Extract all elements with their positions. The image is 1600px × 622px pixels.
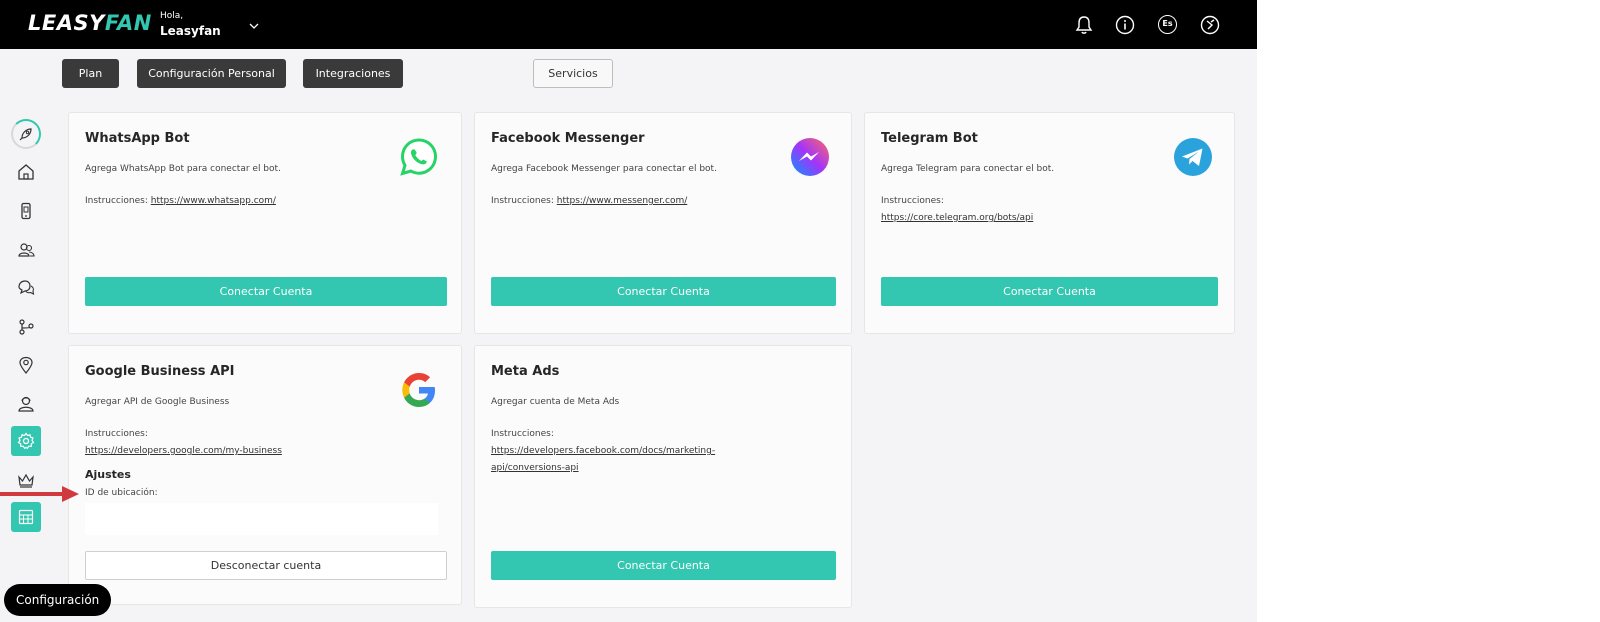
card-instructions: Instrucciones: https://developers.google… [85,426,282,460]
settings-title: Ajustes [85,468,131,481]
card-description: Agrega Facebook Messenger para conectar … [491,164,717,174]
whatsapp-card: WhatsApp Bot Agrega WhatsApp Bot para co… [68,112,462,334]
app-window: LEASYFAN Hola, Leasyfan Es Plan Configur… [0,0,1257,622]
section-pill: Configuración [4,584,112,616]
messenger-icon [790,137,830,177]
agent-icon[interactable] [11,389,41,419]
card-instructions: Instrucciones: https://www.messenger.com… [491,193,687,210]
location-id-label: ID de ubicación: [85,488,158,498]
calculator-icon[interactable] [11,502,41,532]
card-title: WhatsApp Bot [85,131,190,146]
instructions-label: Instrucciones: [881,196,944,206]
greeting-text: Hola, [160,11,184,21]
card-instructions: Instrucciones: https://core.telegram.org… [881,193,1033,227]
flow-icon[interactable] [11,312,41,342]
home-icon[interactable] [11,157,41,187]
instructions-label: Instrucciones: [85,196,148,206]
connect-account-button[interactable]: Conectar Cuenta [85,277,447,306]
messenger-card: Facebook Messenger Agrega Facebook Messe… [474,112,852,334]
connect-account-button[interactable]: Conectar Cuenta [491,277,836,306]
google-icon [399,370,439,410]
chevron-down-icon[interactable] [248,17,260,29]
tab-plan[interactable]: Plan [62,59,119,88]
whatsapp-icon [399,137,439,177]
card-title: Facebook Messenger [491,131,645,146]
annotation-arrow-icon [0,486,79,502]
rocket-icon[interactable] [11,119,41,149]
info-icon[interactable] [1114,14,1136,36]
telegram-icon [1173,137,1213,177]
location-id-input[interactable] [85,503,438,535]
bell-icon[interactable] [1073,14,1095,36]
instructions-label: Instrucciones: [491,429,554,439]
connect-account-button[interactable]: Conectar Cuenta [491,551,836,580]
card-description: Agregar API de Google Business [85,397,230,407]
disconnect-account-button[interactable]: Desconectar cuenta [85,551,447,580]
connect-account-button[interactable]: Conectar Cuenta [881,277,1218,306]
top-bar: LEASYFAN Hola, Leasyfan Es [0,0,1257,49]
card-description: Agrega WhatsApp Bot para conectar el bot… [85,164,281,174]
telegram-card: Telegram Bot Agrega Telegram para conect… [864,112,1235,334]
card-title: Meta Ads [491,364,560,379]
contacts-icon[interactable] [11,235,41,265]
tab-integraciones[interactable]: Integraciones [303,59,403,88]
instructions-link[interactable]: https://developers.google.com/my-busines… [85,443,282,460]
phone-icon[interactable] [11,196,41,226]
card-title: Google Business API [85,364,235,379]
google-business-card: Google Business API Agregar API de Googl… [68,345,462,605]
card-description: Agregar cuenta de Meta Ads [491,397,620,407]
location-icon[interactable] [11,350,41,380]
tab-configuracion-personal[interactable]: Configuración Personal [137,59,286,88]
user-name: Leasyfan [160,24,221,38]
instructions-label: Instrucciones: [491,196,554,206]
card-instructions: Instrucciones: https://www.whatsapp.com/ [85,193,276,210]
instructions-link[interactable]: https://www.whatsapp.com/ [151,196,276,206]
language-selector[interactable]: Es [1158,15,1177,34]
sidebar [0,49,56,622]
instructions-link-continued[interactable]: api/conversions-api [491,460,715,477]
settings-icon[interactable] [11,426,41,456]
card-description: Agrega Telegram para conectar el bot. [881,164,1055,174]
meta-ads-card: Meta Ads Agregar cuenta de Meta Ads Inst… [474,345,852,608]
instructions-link[interactable]: https://developers.facebook.com/docs/mar… [491,443,715,460]
user-menu[interactable]: Hola, Leasyfan [160,11,221,38]
chat-icon[interactable] [11,273,41,303]
instructions-link[interactable]: https://core.telegram.org/bots/api [881,210,1033,227]
tab-servicios[interactable]: Servicios [533,59,613,88]
logo[interactable]: LEASYFAN [28,11,152,35]
card-instructions: Instrucciones: https://developers.facebo… [491,426,715,477]
instructions-label: Instrucciones: [85,429,148,439]
instructions-link[interactable]: https://www.messenger.com/ [557,196,688,206]
card-title: Telegram Bot [881,131,978,146]
logout-icon[interactable] [1199,14,1221,36]
